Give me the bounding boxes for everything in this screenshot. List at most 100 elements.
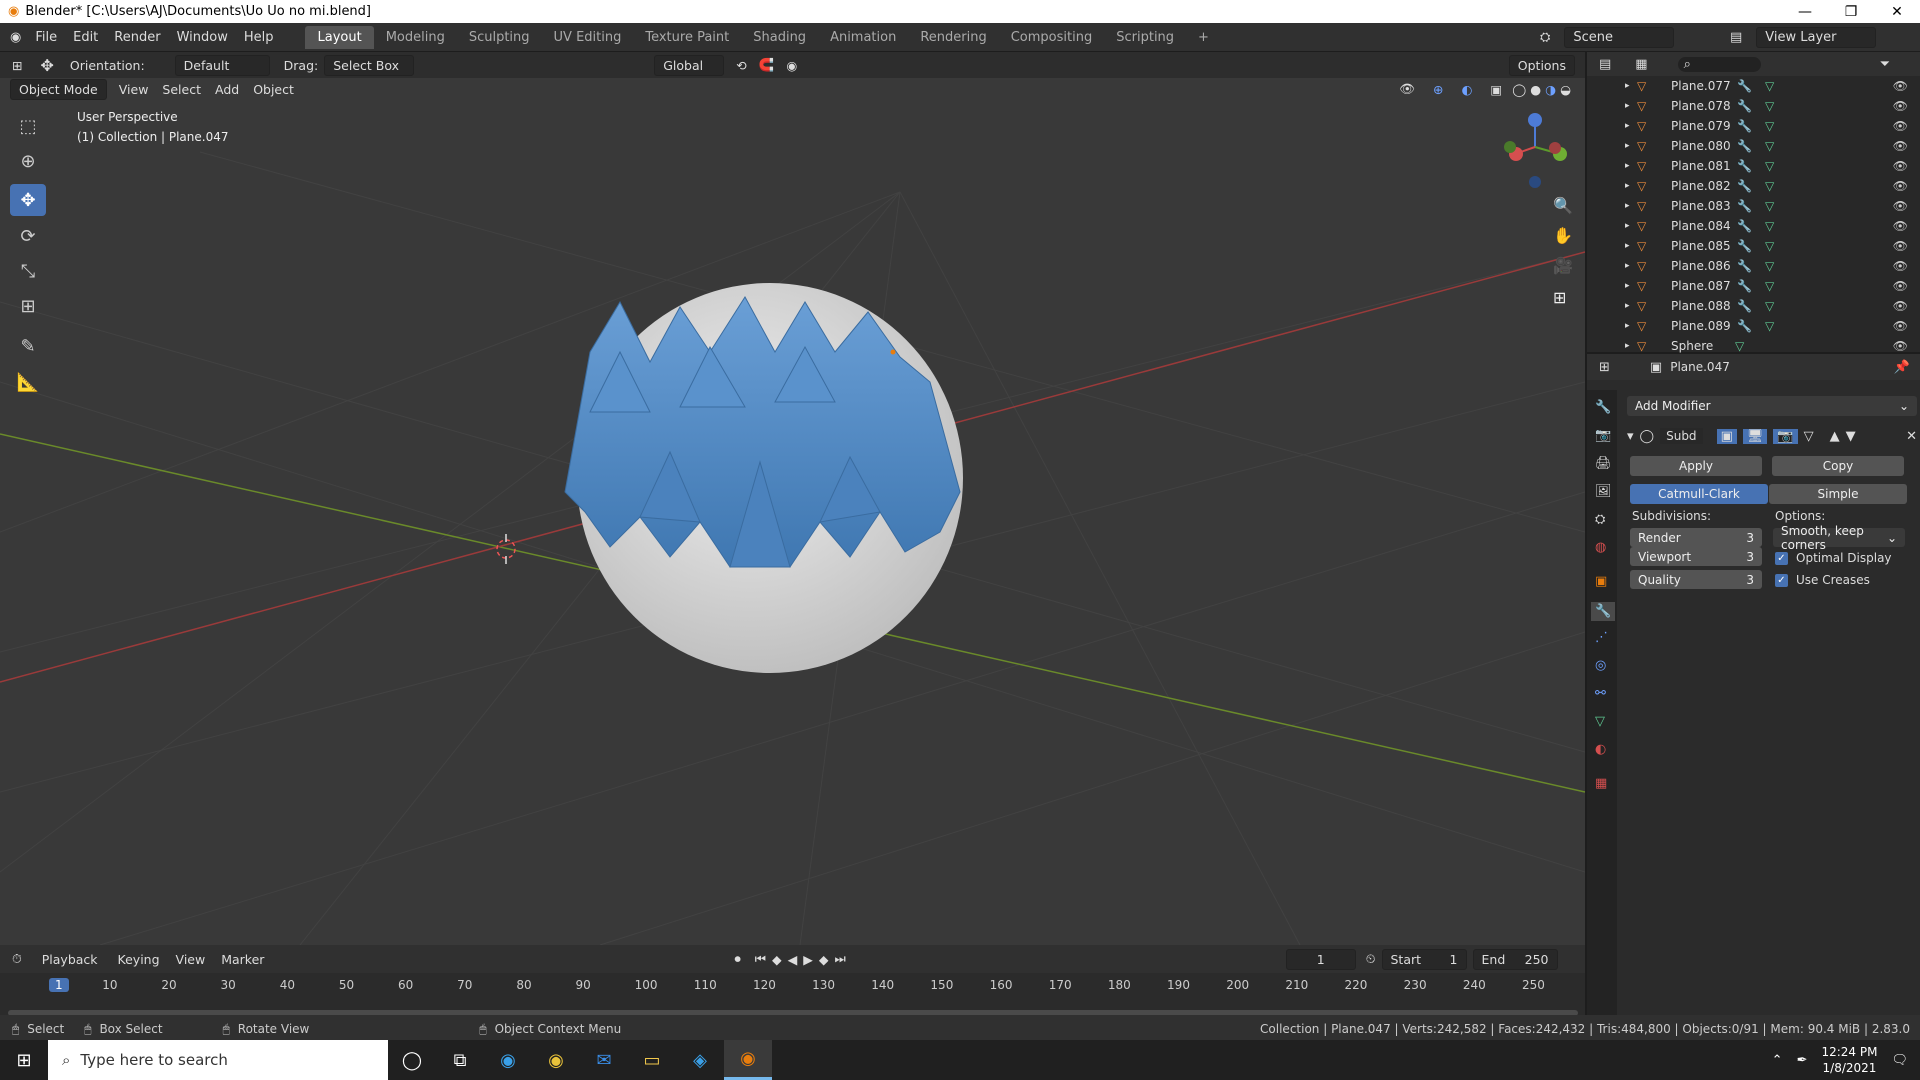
jump-end-icon[interactable]: ⏭ (834, 951, 845, 967)
menu-marker[interactable]: Marker (221, 952, 264, 967)
outliner-row[interactable]: ▸ ▽ Plane.081 🔧 ▽ 👁 (1587, 156, 1920, 176)
outliner-row[interactable]: ▸ ▽ Plane.086 🔧 ▽ 👁 (1587, 256, 1920, 276)
tab-compositing[interactable]: Compositing (999, 26, 1105, 49)
outliner-row[interactable]: ▸ ▽ Plane.084 🔧 ▽ 👁 (1587, 216, 1920, 236)
viewlayer-tab-icon[interactable]: 🖼 (1595, 484, 1612, 499)
visibility-eye-icon[interactable]: 👁 (1893, 259, 1908, 273)
move-down-icon[interactable]: ▼ (1846, 429, 1856, 444)
cursor-tool-icon[interactable]: ⊕ (10, 145, 46, 177)
current-frame-field[interactable]: 1 (1285, 948, 1356, 970)
pivot-icon[interactable]: ⟲ (736, 58, 746, 73)
modifier-icon[interactable]: 🔧 (1737, 199, 1752, 213)
menu-add[interactable]: Add (215, 82, 239, 97)
filter-icon[interactable]: ⏷ (1880, 57, 1890, 72)
close-button[interactable]: ✕ (1874, 0, 1920, 23)
world-tab-icon[interactable]: ◍ (1595, 540, 1606, 555)
add-workspace-icon[interactable]: + (1186, 26, 1221, 49)
visibility-eye-icon[interactable]: 👁 (1893, 299, 1908, 313)
cortana-icon[interactable]: ◯ (388, 1040, 436, 1080)
options-dropdown[interactable]: Options (1508, 54, 1575, 76)
expand-arrow-icon[interactable]: ▸ (1625, 261, 1630, 271)
modifier-icon[interactable]: 🔧 (1737, 279, 1752, 293)
object-tab-icon[interactable]: ▣ (1595, 574, 1607, 589)
modifier-tab-icon[interactable]: 🔧 (1591, 602, 1616, 621)
optimal-display-checkbox[interactable]: ✓ Optimal Display (1775, 551, 1892, 565)
realtime-toggle-icon[interactable]: 🖥 (1742, 428, 1768, 444)
display-mode-icon[interactable]: ▦ (1635, 57, 1647, 72)
end-frame-field[interactable]: End 250 (1472, 948, 1558, 970)
expand-arrow-icon[interactable]: ▸ (1625, 321, 1630, 331)
modifier-icon[interactable]: 🔧 (1737, 79, 1752, 93)
transform-orientation-dropdown[interactable]: Global (654, 54, 725, 76)
outliner-row[interactable]: ▸ ▽ Plane.080 🔧 ▽ 👁 (1587, 136, 1920, 156)
expand-arrow-icon[interactable]: ▸ (1625, 301, 1630, 311)
expand-arrow-icon[interactable]: ▸ (1625, 181, 1630, 191)
blender-menu-icon[interactable]: ◉ (10, 30, 21, 45)
uv-smooth-dropdown[interactable]: Smooth, keep corners ⌄ (1773, 524, 1905, 552)
transform-tool-icon[interactable]: ⊞ (10, 290, 46, 322)
file-explorer-icon[interactable]: ▭ (628, 1040, 676, 1080)
visibility-eye-icon[interactable]: 👁 (1893, 139, 1908, 153)
pen-icon[interactable]: ✒ (1797, 1053, 1808, 1068)
chrome-icon[interactable]: ◉ (532, 1040, 580, 1080)
expand-arrow-icon[interactable]: ▸ (1625, 241, 1630, 251)
3d-viewport[interactable] (0, 52, 1585, 945)
physics-tab-icon[interactable]: ◎ (1595, 658, 1606, 673)
play-icon[interactable]: ▶ (803, 952, 813, 967)
tab-texture-paint[interactable]: Texture Paint (633, 26, 741, 49)
orientation-dropdown[interactable]: Default (174, 54, 270, 76)
xray-icon[interactable]: ▣ (1490, 82, 1502, 97)
render-tab-icon[interactable]: 📷 (1595, 428, 1611, 443)
modifier-icon[interactable]: 🔧 (1737, 179, 1752, 193)
expand-arrow-icon[interactable]: ▸ (1625, 81, 1630, 91)
modifier-icon[interactable]: 🔧 (1737, 319, 1752, 333)
material-shading-icon[interactable]: ◑ (1545, 82, 1556, 97)
tab-shading[interactable]: Shading (741, 26, 818, 49)
modifier-icon[interactable]: 🔧 (1737, 299, 1752, 313)
jump-start-icon[interactable]: ⏮ (755, 951, 766, 967)
move-up-icon[interactable]: ▲ (1830, 429, 1840, 444)
menu-view[interactable]: View (119, 82, 149, 97)
mail-icon[interactable]: ✉ (580, 1040, 628, 1080)
start-frame-field[interactable]: Start 1 (1381, 948, 1467, 970)
expand-arrow-icon[interactable]: ▸ (1625, 341, 1630, 351)
timeline-editor-icon[interactable]: ⏱ (12, 951, 22, 967)
visibility-icon[interactable]: 👁 (1399, 81, 1415, 97)
tab-sculpting[interactable]: Sculpting (457, 26, 542, 49)
outliner-row[interactable]: ▸ ▽ Plane.077 🔧 ▽ 👁 (1587, 76, 1920, 96)
outliner-row[interactable]: ▸ ▽ Plane.078 🔧 ▽ 👁 (1587, 96, 1920, 116)
expand-arrow-icon[interactable]: ▸ (1625, 121, 1630, 131)
editor-type-icon[interactable]: ⊞ (12, 58, 22, 73)
outliner-row[interactable]: ▸ ▽ Plane.088 🔧 ▽ 👁 (1587, 296, 1920, 316)
camera-icon[interactable]: 🎥 (1553, 256, 1573, 275)
viewport-levels-field[interactable]: Viewport 3 (1630, 547, 1762, 566)
store-icon[interactable]: ◈ (676, 1040, 724, 1080)
play-reverse-icon[interactable]: ◀ (788, 952, 798, 967)
tool-tab-icon[interactable]: 🔧 (1595, 400, 1611, 415)
clock-time[interactable]: 12:24 PM (1821, 1044, 1877, 1060)
prev-keyframe-icon[interactable]: ◆ (772, 952, 782, 967)
maximize-button[interactable]: ❐ (1828, 0, 1874, 23)
tab-modeling[interactable]: Modeling (374, 26, 457, 49)
menu-object[interactable]: Object (253, 82, 294, 97)
rendered-shading-icon[interactable]: ◒ (1560, 82, 1571, 97)
modifier-name-field[interactable]: Subd (1660, 428, 1703, 444)
outliner-row[interactable]: ▸ ▽ Plane.083 🔧 ▽ 👁 (1587, 196, 1920, 216)
visibility-eye-icon[interactable]: 👁 (1893, 159, 1908, 173)
menu-edit[interactable]: Edit (65, 30, 106, 45)
data-tab-icon[interactable]: ▽ (1595, 714, 1605, 729)
expand-arrow-icon[interactable]: ▸ (1625, 221, 1630, 231)
menu-help[interactable]: Help (236, 30, 282, 45)
visibility-eye-icon[interactable]: 👁 (1893, 99, 1908, 113)
visibility-eye-icon[interactable]: 👁 (1893, 319, 1908, 333)
expand-arrow-icon[interactable]: ▸ (1625, 201, 1630, 211)
scale-tool-icon[interactable]: ⤡ (10, 255, 46, 287)
modifier-icon[interactable]: 🔧 (1737, 259, 1752, 273)
texture-tab-icon[interactable]: ▦ (1595, 776, 1607, 791)
tab-animation[interactable]: Animation (818, 26, 908, 49)
rotate-tool-icon[interactable]: ⟳ (10, 220, 46, 252)
catmull-clark-button[interactable]: Catmull-Clark (1630, 484, 1768, 504)
wireframe-shading-icon[interactable]: ◯ (1512, 82, 1526, 97)
scene-tab-icon[interactable]: ⛭ (1595, 512, 1605, 527)
minimize-button[interactable]: — (1782, 0, 1828, 23)
